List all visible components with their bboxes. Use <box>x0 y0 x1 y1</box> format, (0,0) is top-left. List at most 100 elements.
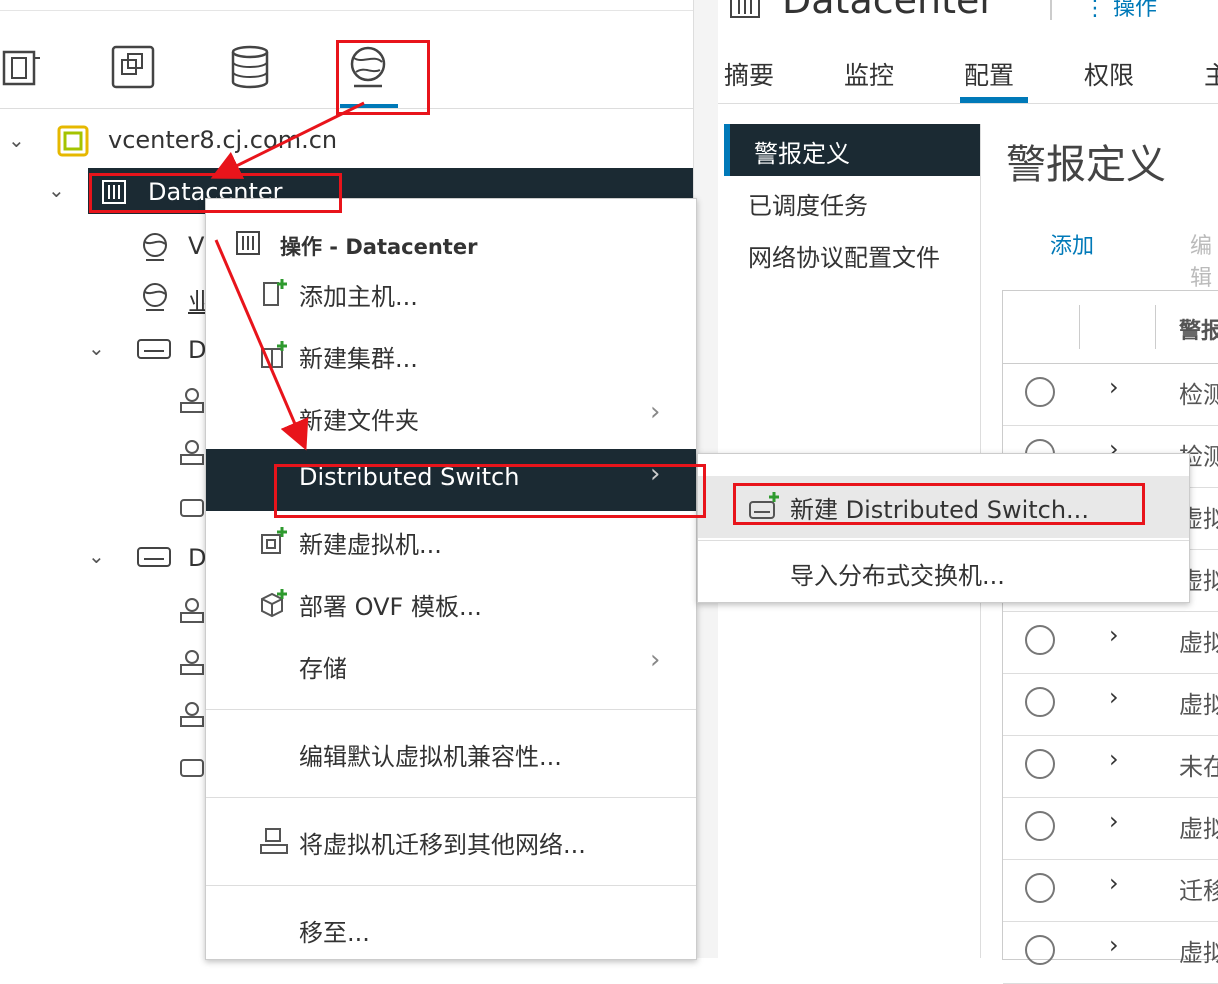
chevron-right-icon[interactable]: › <box>1109 807 1119 835</box>
chevron-down-icon[interactable]: ⌄ <box>8 128 25 152</box>
menu-item-label: 添加主机... <box>299 283 418 311</box>
menu-item-new-distributed-switch[interactable]: 新建 Distributed Switch... <box>698 476 1189 538</box>
table-row[interactable]: › 虚拟 <box>1003 921 1218 984</box>
column-header[interactable]: 警报 <box>1179 313 1218 345</box>
row-radio[interactable] <box>1025 625 1055 655</box>
tab-configure[interactable]: 配置 <box>964 56 1014 92</box>
row-radio[interactable] <box>1025 935 1055 965</box>
menu-item-distributed-switch[interactable]: Distributed Switch › <box>206 449 696 511</box>
chevron-down-icon[interactable]: ⌄ <box>88 544 105 568</box>
menu-item-migrate-vm-network[interactable]: 将虚拟机迁移到其他网络... <box>206 811 696 873</box>
chevron-down-icon[interactable]: ⌄ <box>88 336 105 360</box>
chevron-right-icon[interactable]: › <box>1109 869 1119 897</box>
chevron-right-icon[interactable]: › <box>1109 621 1119 649</box>
divider <box>0 108 693 109</box>
storage-tab[interactable] <box>228 44 272 90</box>
networking-tab[interactable] <box>346 44 390 90</box>
page-title: Datacenter <box>782 0 995 22</box>
row-name: 未在 <box>1179 753 1218 781</box>
menu-item-deploy-ovf[interactable]: 部署 OVF 模板... <box>206 573 696 635</box>
table-row[interactable]: › 虚拟 <box>1003 611 1218 674</box>
tree-item-vcenter[interactable]: vcenter8.cj.com.cn <box>108 126 337 154</box>
menu-item-new-vm[interactable]: 新建虚拟机... <box>206 511 696 573</box>
grid-header: 警报 <box>1003 291 1218 364</box>
tree-item-switch-2[interactable]: D <box>188 544 206 572</box>
portgroup-icon <box>180 388 204 413</box>
menu-item-label: 导入分布式交换机... <box>790 562 1005 590</box>
table-row[interactable]: › 迁移 <box>1003 859 1218 922</box>
divider <box>206 797 696 798</box>
row-radio[interactable] <box>1025 873 1055 903</box>
config-nav-item-network-protocol-profiles[interactable]: 网络协议配置文件 <box>748 238 940 273</box>
menu-item-move-to[interactable]: 移至... <box>206 899 696 961</box>
new-cluster-icon <box>261 341 287 368</box>
row-name: 迁移 <box>1179 877 1218 905</box>
distributed-switch-submenu: 新建 Distributed Switch... 导入分布式交换机... <box>697 453 1190 603</box>
chevron-down-icon[interactable]: ⌄ <box>48 178 65 202</box>
chevron-right-icon[interactable]: › <box>1109 931 1119 959</box>
chevron-right-icon: › <box>650 459 661 489</box>
row-name: 虚拟 <box>1179 691 1218 719</box>
actions-menu-button[interactable]: ⋮ 操作 <box>1084 0 1157 22</box>
vms-templates-tab[interactable] <box>110 44 155 90</box>
divider <box>1050 0 1052 20</box>
row-radio[interactable] <box>1025 377 1055 407</box>
chevron-right-icon[interactable]: › <box>1109 683 1119 711</box>
tree-item-switch-1[interactable]: D <box>188 336 206 364</box>
tab-monitor[interactable]: 监控 <box>844 56 894 92</box>
row-radio[interactable] <box>1025 749 1055 779</box>
network-icon <box>143 283 167 311</box>
uplink-icon <box>180 499 204 517</box>
alarm-grid: 警报 › 检测 › 检测 › 虚拟 › 虚拟 › 虚拟 › 虚拟 › 未在 › 虚拟 › 迁移 ›… <box>1002 290 1218 984</box>
chevron-right-icon: › <box>650 645 661 675</box>
menu-item-edit-vm-compatibility[interactable]: 编辑默认虚拟机兼容性... <box>206 723 696 785</box>
table-row[interactable]: › 虚拟 <box>1003 673 1218 736</box>
chevron-right-icon[interactable]: › <box>1109 373 1119 401</box>
uplink-icon <box>180 759 204 777</box>
menu-item-add-host[interactable]: 添加主机... <box>206 263 696 325</box>
row-name: 虚拟 <box>1179 939 1218 967</box>
divider <box>1155 305 1156 349</box>
panel-title: 警报定义 <box>1006 142 1166 188</box>
menu-item-label: 移至... <box>299 919 370 947</box>
row-radio[interactable] <box>1025 811 1055 841</box>
config-nav-label: 警报定义 <box>754 140 850 168</box>
add-button[interactable]: 添加 <box>1050 228 1094 260</box>
networking-icon <box>350 46 386 88</box>
config-nav-item-scheduled-tasks[interactable]: 已调度任务 <box>748 186 868 221</box>
datacenter-icon <box>102 180 126 204</box>
tab-permissions[interactable]: 权限 <box>1084 56 1134 92</box>
row-radio[interactable] <box>1025 687 1055 717</box>
menu-item-label: 新建 Distributed Switch... <box>790 496 1089 524</box>
deploy-ovf-icon <box>261 589 287 618</box>
portgroup-icon <box>180 650 204 675</box>
chevron-right-icon: › <box>650 397 661 427</box>
tab-summary[interactable]: 摘要 <box>724 56 774 92</box>
table-row[interactable]: › 检测 <box>1003 363 1218 426</box>
context-menu-header: 操作 - Datacenter <box>280 235 478 259</box>
hosts-clusters-tab[interactable] <box>0 44 44 90</box>
edit-button[interactable]: 编辑 <box>1190 228 1218 292</box>
menu-item-storage[interactable]: 存储 › <box>206 635 696 697</box>
menu-item-new-folder[interactable]: 新建文件夹 › <box>206 387 696 449</box>
menu-item-import-distributed-switch[interactable]: 导入分布式交换机... <box>698 544 1189 600</box>
row-name: 虚拟 <box>1179 629 1218 657</box>
table-row[interactable]: › 未在 <box>1003 735 1218 798</box>
chevron-right-icon[interactable]: › <box>1109 745 1119 773</box>
hosts-clusters-icon <box>2 50 40 86</box>
menu-item-new-cluster[interactable]: 新建集群... <box>206 325 696 387</box>
table-row[interactable]: › 虚拟 <box>1003 797 1218 860</box>
tree-item-network-1[interactable]: V <box>188 232 204 260</box>
tab-more[interactable]: 主 <box>1204 56 1218 92</box>
context-menu: 操作 - Datacenter 添加主机... 新建集群... 新建文件夹 › … <box>205 198 697 960</box>
row-name: 虚拟 <box>1179 815 1218 843</box>
storage-icon <box>231 45 269 89</box>
portgroup-icon <box>180 598 204 623</box>
menu-item-label: Distributed Switch <box>299 463 520 491</box>
migrate-network-icon <box>260 828 288 854</box>
divider <box>0 10 693 11</box>
vcenter-icon <box>57 125 89 157</box>
add-host-icon <box>263 279 287 306</box>
divider <box>206 885 696 886</box>
divider <box>206 709 696 710</box>
